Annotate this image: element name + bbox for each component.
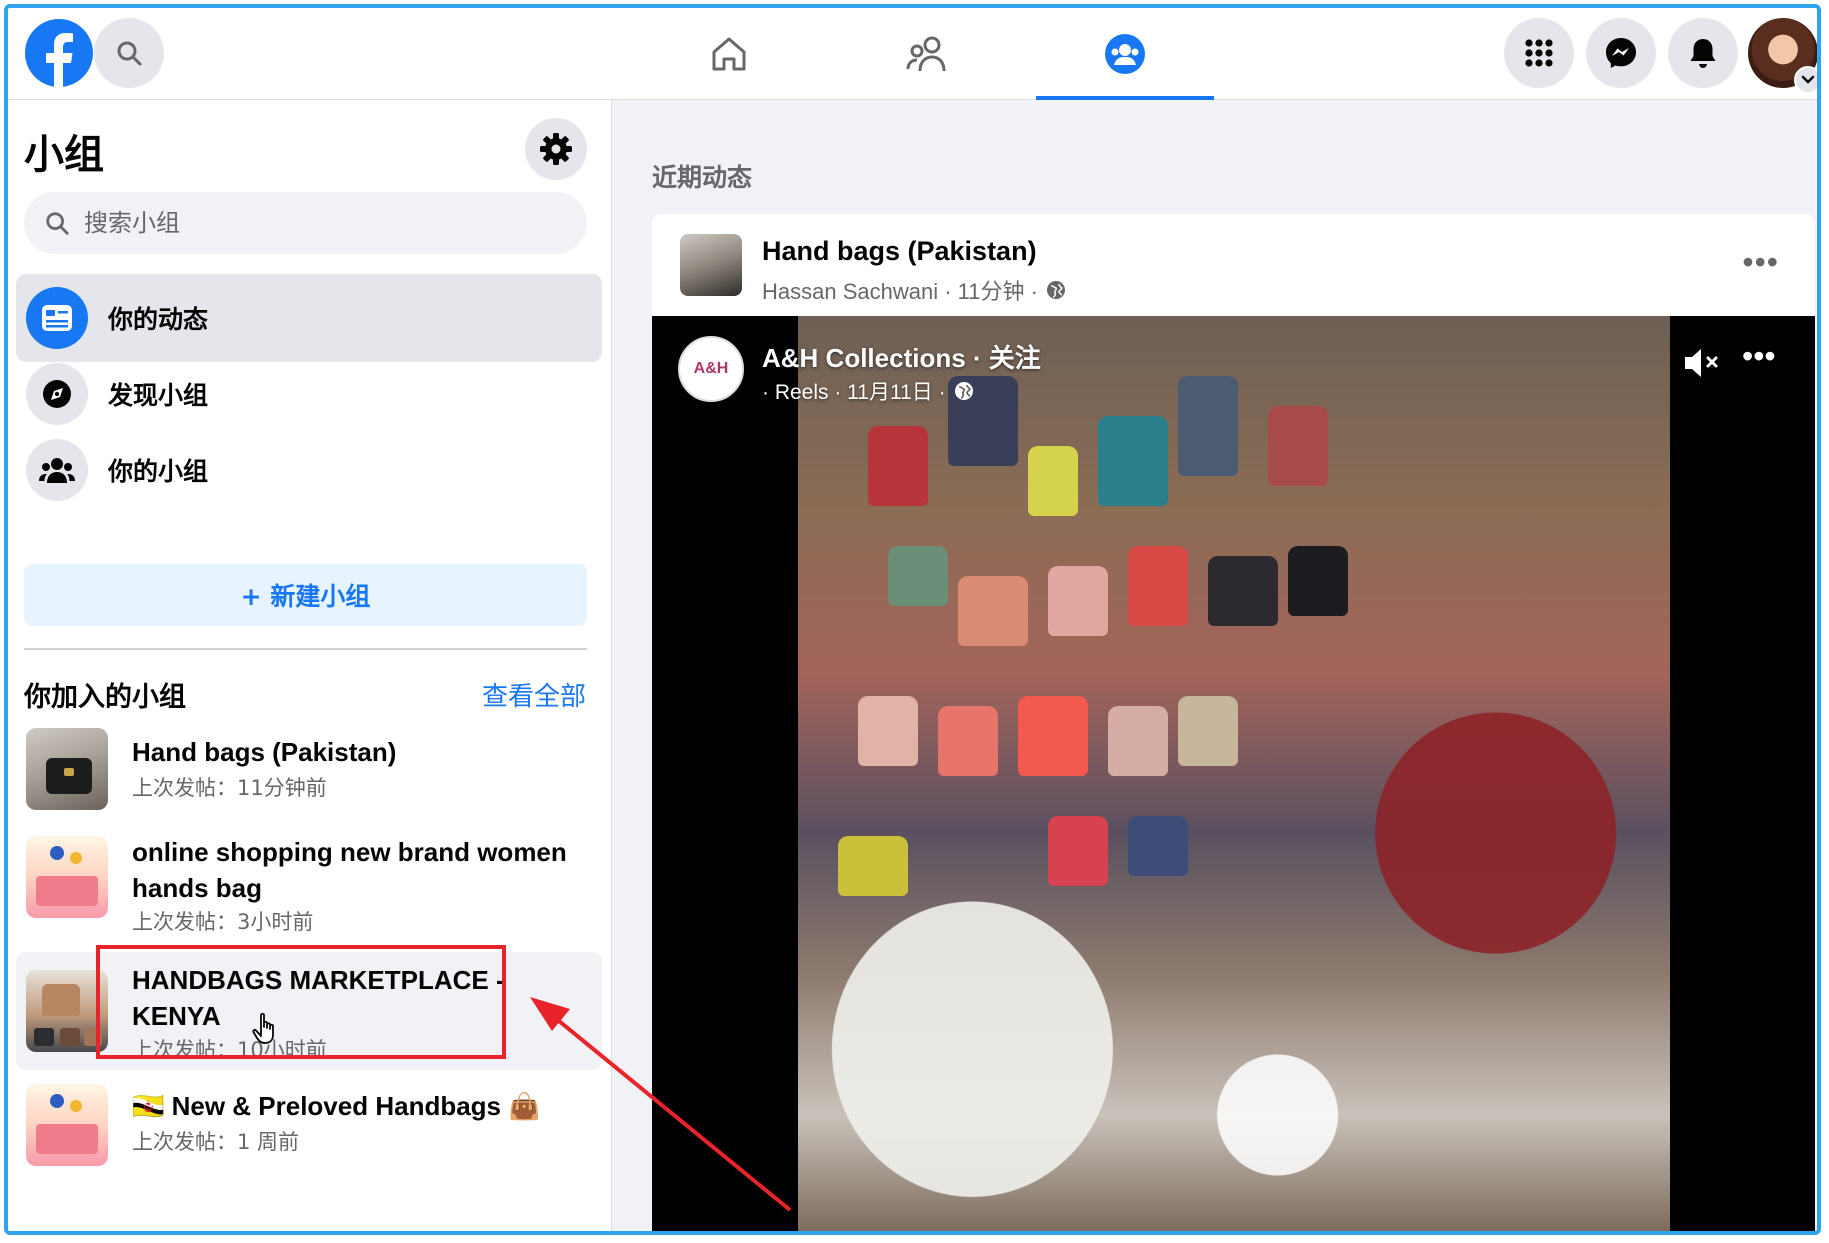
messenger-button[interactable]	[1586, 18, 1656, 88]
group-thumbnail	[26, 970, 108, 1052]
groups-sidebar: 小组 搜索小组 你的动态 发现小组 你的小组 + 新建小组 你加入的小组 查看全…	[8, 100, 612, 1231]
group-list-item[interactable]: 🇧🇳 New & Preloved Handbags 👜 上次发帖：1 周前	[16, 1076, 602, 1174]
post-group-avatar[interactable]	[680, 234, 742, 296]
sidebar-item-label: 发现小组	[108, 381, 209, 410]
group-last-post: 上次发帖：10小时前	[132, 1038, 327, 1062]
sidebar-item-your-feed[interactable]: 你的动态	[16, 274, 602, 362]
people-icon	[26, 439, 88, 501]
sidebar-title: 小组	[24, 132, 104, 178]
feed-section-label: 近期动态	[652, 163, 753, 192]
globe-icon	[1046, 281, 1065, 299]
app-window: 小组 搜索小组 你的动态 发现小组 你的小组 + 新建小组 你加入的小组 查看全…	[4, 4, 1821, 1235]
home-icon	[712, 37, 746, 71]
group-last-post: 上次发帖：1 周前	[132, 1130, 300, 1154]
sidebar-item-label: 你的动态	[108, 305, 209, 334]
account-dropdown-button[interactable]	[1794, 66, 1817, 94]
create-group-button[interactable]: + 新建小组	[24, 564, 587, 626]
menu-grid-icon	[1525, 39, 1553, 67]
group-thumbnail	[26, 836, 108, 918]
feed-icon	[26, 287, 88, 349]
tab-friends[interactable]	[838, 8, 1016, 100]
chevron-down-icon	[1801, 75, 1815, 84]
sidebar-divider	[24, 648, 587, 650]
joined-groups-heading: 你加入的小组	[24, 682, 186, 713]
post-meta: Hassan Sachwani · 11分钟 ·	[762, 274, 1066, 306]
messenger-icon	[1606, 38, 1636, 68]
search-icon	[46, 212, 69, 235]
tab-home[interactable]	[640, 8, 818, 100]
facebook-logo-icon[interactable]	[24, 18, 94, 88]
group-name: HANDBAGS MARKETPLACE - KENYA	[132, 965, 505, 1031]
sidebar-item-discover[interactable]: 发现小组	[16, 350, 602, 438]
group-search-box[interactable]	[24, 192, 587, 254]
muted-speaker-icon[interactable]	[1682, 346, 1722, 380]
reel-meta: · Reels · 11月11日 ·	[762, 376, 974, 406]
settings-button[interactable]	[525, 118, 587, 180]
sidebar-item-your-groups[interactable]: 你的小组	[16, 426, 602, 514]
groups-icon	[1105, 34, 1145, 74]
post-more-options-button[interactable]: •••	[1742, 244, 1779, 281]
bell-icon	[1690, 39, 1716, 68]
search-icon	[117, 41, 142, 66]
gear-icon	[540, 133, 572, 165]
reel-video-player[interactable]: A&H A&H Collections · 关注 · Reels · 11月11…	[652, 316, 1815, 1231]
group-name: 🇧🇳 New & Preloved Handbags 👜	[132, 1091, 541, 1121]
friends-icon	[906, 36, 946, 72]
group-list-item-handbags-kenya[interactable]: HANDBAGS MARKETPLACE - KENYA 上次发帖：10小时前	[16, 952, 602, 1070]
group-list-item[interactable]: online shopping new brand women hands ba…	[16, 826, 602, 946]
group-last-post: 上次发帖：3小时前	[132, 910, 314, 934]
reel-source-date: · Reels · 11月11日 ·	[762, 381, 946, 404]
post-group-name[interactable]: Hand bags (Pakistan)	[762, 236, 1037, 267]
sidebar-item-label: 你的小组	[108, 457, 209, 486]
group-thumbnail	[26, 728, 108, 810]
post-author-time: Hassan Sachwani · 11分钟 ·	[762, 279, 1038, 304]
group-last-post: 上次发帖：11分钟前	[132, 776, 327, 800]
tab-groups[interactable]	[1036, 8, 1214, 100]
group-name: Hand bags (Pakistan)	[132, 737, 397, 767]
see-all-link[interactable]: 查看全部	[482, 676, 586, 713]
reel-author-avatar[interactable]: A&H	[678, 336, 744, 402]
reel-more-options-button[interactable]: •••	[1742, 338, 1776, 375]
group-name: online shopping new brand women hands ba…	[132, 837, 567, 903]
compass-icon	[26, 363, 88, 425]
video-frame	[798, 316, 1670, 1231]
group-list-item[interactable]: Hand bags (Pakistan) 上次发帖：11分钟前	[16, 720, 602, 818]
group-thumbnail	[26, 1084, 108, 1166]
notifications-button[interactable]	[1668, 18, 1738, 88]
reel-author-follow[interactable]: A&H Collections · 关注	[762, 338, 1041, 375]
search-groups-input[interactable]	[82, 208, 566, 238]
top-navigation-bar	[8, 8, 1817, 100]
feed-post: Hand bags (Pakistan) Hassan Sachwani · 1…	[652, 214, 1815, 1231]
hand-cursor-icon	[252, 1012, 274, 1044]
search-button[interactable]	[94, 18, 164, 88]
globe-icon	[954, 382, 973, 400]
menu-button[interactable]	[1504, 18, 1574, 88]
